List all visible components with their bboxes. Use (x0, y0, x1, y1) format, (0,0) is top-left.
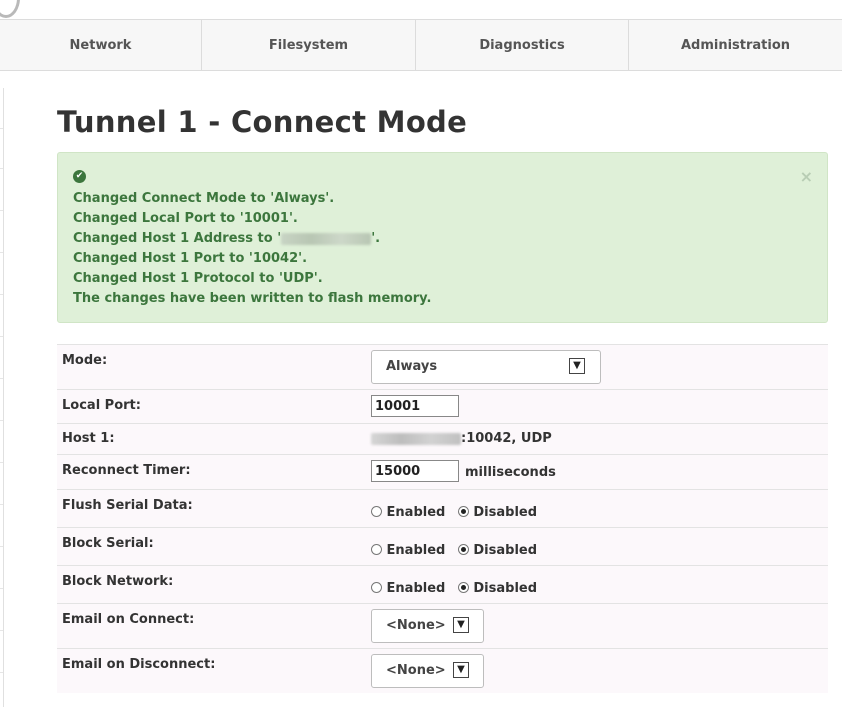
enabled-label: Enabled (386, 581, 446, 596)
mode-label: Mode: (62, 353, 108, 368)
email-connect-select[interactable]: <None> ▼ (371, 609, 484, 643)
block-serial-options: Enabled Disabled (371, 543, 537, 558)
chevron-down-icon: ▼ (569, 358, 585, 374)
alert-message: Changed Host 1 Address to ' '. (73, 231, 381, 246)
disabled-label: Disabled (473, 581, 538, 596)
disabled-label: Disabled (473, 505, 538, 520)
alert-messages: Changed Connect Mode to 'Always'. Change… (73, 189, 431, 309)
alert-message: Changed Host 1 Port to '10042'. (73, 251, 308, 266)
reconnect-timer-unit: milliseconds (465, 465, 556, 480)
redacted-host-address (371, 432, 461, 445)
success-alert: ✔ × Changed Connect Mode to 'Always'. Ch… (57, 152, 828, 323)
settings-form: Mode: Always ▼ Local Port: Host 1: :1004… (57, 344, 828, 693)
row-local-port: Local Port: (57, 390, 828, 424)
host1-label: Host 1: (62, 431, 115, 446)
local-port-label: Local Port: (62, 398, 141, 413)
redacted-address (281, 232, 372, 245)
row-block-serial: Block Serial: Enabled Disabled (57, 528, 828, 566)
close-icon[interactable]: × (800, 169, 813, 185)
page-title: Tunnel 1 - Connect Mode (57, 105, 468, 139)
email-disconnect-select-value: <None> (386, 663, 446, 678)
flush-serial-disabled-radio[interactable] (457, 506, 469, 517)
local-port-input[interactable] (371, 395, 459, 417)
logo-fragment (0, 0, 20, 18)
flush-serial-enabled-radio[interactable] (371, 506, 382, 517)
block-network-label: Block Network: (62, 574, 174, 589)
email-connect-select-value: <None> (386, 618, 446, 633)
tab-administration[interactable]: Administration (629, 20, 842, 70)
alert-message: Changed Host 1 Protocol to 'UDP'. (73, 271, 323, 286)
block-network-enabled-radio[interactable] (371, 582, 382, 593)
row-email-disconnect: Email on Disconnect: <None> ▼ (57, 649, 828, 693)
reconnect-timer-label: Reconnect Timer: (62, 463, 191, 478)
block-network-options: Enabled Disabled (371, 581, 537, 596)
row-flush-serial: Flush Serial Data: Enabled Disabled (57, 490, 828, 528)
chevron-down-icon: ▼ (453, 617, 469, 633)
flush-serial-options: Enabled Disabled (371, 505, 537, 520)
tab-diagnostics[interactable]: Diagnostics (416, 20, 629, 70)
row-email-connect: Email on Connect: <None> ▼ (57, 604, 828, 649)
mode-select-value: Always (386, 359, 438, 374)
email-disconnect-label: Email on Disconnect: (62, 657, 216, 672)
block-serial-enabled-radio[interactable] (371, 544, 382, 555)
alert-message: The changes have been written to flash m… (73, 291, 432, 306)
top-navigation: Network Filesystem Diagnostics Administr… (0, 19, 842, 71)
block-network-disabled-radio[interactable] (457, 582, 469, 593)
row-block-network: Block Network: Enabled Disabled (57, 566, 828, 604)
alert-message: Changed Local Port to '10001'. (73, 211, 298, 226)
enabled-label: Enabled (386, 543, 446, 558)
enabled-label: Enabled (386, 505, 446, 520)
tab-network[interactable]: Network (0, 20, 202, 70)
flush-serial-label: Flush Serial Data: (62, 498, 193, 513)
row-mode: Mode: Always ▼ (57, 345, 828, 390)
chevron-down-icon: ▼ (453, 662, 469, 678)
host1-value: :10042, UDP (371, 431, 552, 446)
check-circle-icon: ✔ (73, 170, 86, 183)
disabled-label: Disabled (473, 543, 538, 558)
email-connect-label: Email on Connect: (62, 612, 195, 627)
tab-filesystem[interactable]: Filesystem (202, 20, 416, 70)
sidebar-edge (0, 88, 4, 707)
reconnect-timer-input[interactable] (371, 460, 459, 482)
block-serial-disabled-radio[interactable] (457, 544, 469, 555)
row-reconnect-timer: Reconnect Timer: milliseconds (57, 455, 828, 490)
email-disconnect-select[interactable]: <None> ▼ (371, 654, 484, 688)
row-host1: Host 1: :10042, UDP (57, 424, 828, 455)
block-serial-label: Block Serial: (62, 536, 154, 551)
mode-select[interactable]: Always ▼ (371, 350, 601, 384)
alert-message: Changed Connect Mode to 'Always'. (73, 191, 335, 206)
